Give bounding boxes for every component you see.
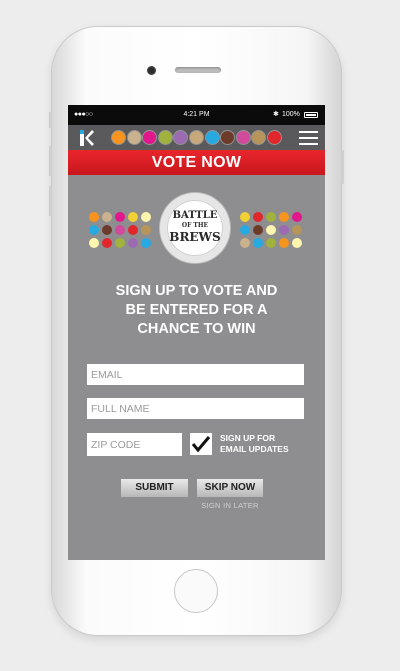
email-field[interactable] <box>87 364 304 385</box>
decor-color-dot <box>240 225 250 235</box>
volume-up-button <box>49 146 52 176</box>
nav-color-dot <box>268 131 281 144</box>
status-bar: ●●●○○ 4:21 PM ✱ 100% <box>68 105 325 125</box>
hamburger-menu-icon[interactable] <box>299 131 318 145</box>
headline-line-1: SIGN UP TO VOTE AND <box>115 283 278 299</box>
decor-color-dot <box>115 212 125 222</box>
decor-color-dot <box>102 225 112 235</box>
decor-color-dot <box>253 225 263 235</box>
decor-color-dot <box>89 225 99 235</box>
top-nav-bar <box>68 125 325 150</box>
decor-color-dot <box>128 225 138 235</box>
decor-color-dot <box>279 225 289 235</box>
decor-color-dot <box>128 238 138 248</box>
decor-color-dot <box>253 238 263 248</box>
k-logo-icon[interactable] <box>80 130 94 146</box>
email-updates-label-line-1: SIGN UP FOR <box>220 433 276 443</box>
submit-button[interactable]: SUBMIT <box>121 479 188 497</box>
volume-down-button <box>49 186 52 216</box>
decor-color-dot <box>279 238 289 248</box>
logo-text-of-the: OF THE <box>181 222 209 229</box>
decor-color-dot <box>292 225 302 235</box>
decor-color-dot <box>253 212 263 222</box>
decor-color-dot <box>240 238 250 248</box>
nav-color-dot <box>158 131 172 144</box>
signup-headline: SIGN UP TO VOTE AND BE ENTERED FOR A CHA… <box>68 282 325 339</box>
decor-color-dot <box>292 212 302 222</box>
headline-line-3: CHANCE TO WIN <box>137 321 256 337</box>
mute-switch <box>49 112 52 128</box>
battery-percent: 100% <box>282 111 300 118</box>
home-button[interactable] <box>174 569 218 613</box>
decor-color-dot <box>115 238 125 248</box>
decor-color-dot <box>141 238 151 248</box>
nav-color-dot <box>252 131 266 144</box>
decor-color-dot <box>102 212 112 222</box>
skip-now-button[interactable]: SKIP NOW <box>197 479 263 497</box>
zip-code-field[interactable] <box>87 433 182 456</box>
app-screen: ●●●○○ 4:21 PM ✱ 100% VOTE NOW BATTLE OF … <box>68 105 325 560</box>
nav-color-dot <box>174 131 188 144</box>
nav-color-dot <box>221 131 235 144</box>
nav-color-dot <box>127 131 141 144</box>
decor-color-dot <box>128 212 138 222</box>
checkmark-icon <box>191 436 211 453</box>
nav-color-dot <box>143 131 157 144</box>
headline-line-2: BE ENTERED FOR A <box>125 302 268 318</box>
earpiece-speaker <box>175 67 221 73</box>
email-updates-label: SIGN UP FOR EMAIL UPDATES <box>220 433 289 455</box>
email-updates-checkbox[interactable] <box>190 433 212 455</box>
decor-color-dot <box>266 212 276 222</box>
logo-text-brews: BREWS <box>169 230 221 244</box>
front-camera <box>147 66 156 75</box>
decor-color-dot <box>292 238 302 248</box>
power-button <box>341 150 344 184</box>
nav-color-dot <box>205 131 219 144</box>
decor-color-dot <box>89 212 99 222</box>
decor-color-dot <box>240 212 250 222</box>
battle-of-the-brews-logo: BATTLE OF THE BREWS <box>160 193 230 263</box>
decor-color-dot <box>141 212 151 222</box>
email-updates-label-line-2: EMAIL UPDATES <box>220 444 289 454</box>
decor-color-dot <box>141 225 151 235</box>
full-name-field[interactable] <box>87 398 304 419</box>
battery-icon <box>304 112 318 118</box>
decor-color-dot <box>266 238 276 248</box>
vote-now-banner[interactable]: VOTE NOW <box>68 150 325 175</box>
decor-color-dot <box>115 225 125 235</box>
decor-color-dot <box>266 225 276 235</box>
logo-text-battle: BATTLE <box>172 210 218 221</box>
bluetooth-icon: ✱ <box>273 111 279 118</box>
nav-color-dot <box>112 131 125 144</box>
decor-color-dot <box>102 238 112 248</box>
decor-color-dot <box>89 238 99 248</box>
decor-color-dot <box>279 212 289 222</box>
nav-color-dot <box>190 131 203 144</box>
sign-in-later-link[interactable]: SIGN IN LATER <box>198 501 262 510</box>
nav-color-dot <box>236 131 250 144</box>
